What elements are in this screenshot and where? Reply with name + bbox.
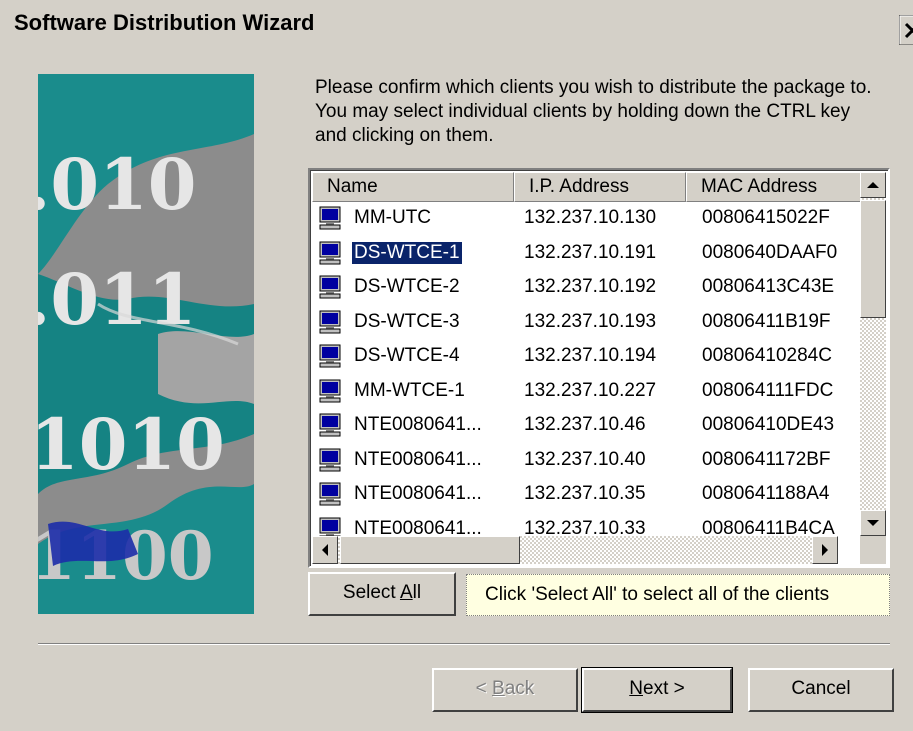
divider <box>38 643 890 645</box>
instructions-text: Please confirm which clients you wish to… <box>315 77 872 146</box>
back-label-post: ack <box>504 678 535 699</box>
client-ip: 132.237.10.191 <box>524 241 657 263</box>
list-row[interactable]: NTE0080641... 132.237.10.40 0080641172BF <box>312 444 867 479</box>
client-mac: 00806410DE43 <box>702 414 835 435</box>
client-ip: 132.237.10.192 <box>524 276 657 297</box>
client-ip: 132.237.10.46 <box>524 414 646 435</box>
art-digits-3: 1010 <box>38 403 225 486</box>
list-row[interactable]: NTE0080641... 132.237.10.35 0080641188A4 <box>312 478 867 513</box>
scroll-right-button[interactable] <box>812 536 838 564</box>
computer-icon <box>318 448 342 472</box>
art-digits-1: .010 <box>38 143 197 226</box>
client-mac: 00806410284C <box>702 345 832 366</box>
computer-icon <box>318 275 342 299</box>
list-row[interactable]: DS-WTCE-3 132.237.10.193 00806411B19F <box>312 306 867 341</box>
next-label-post: ext > <box>643 678 685 699</box>
back-label-pre: < <box>475 678 493 699</box>
computer-icon <box>318 379 342 403</box>
select-all-label-pre: Select <box>342 582 400 603</box>
client-mac: 008064111FDC <box>702 379 834 401</box>
client-name: DS-WTCE-2 <box>354 276 460 297</box>
list-row[interactable]: MM-UTC 132.237.10.130 00806415022F <box>312 202 867 237</box>
vertical-scroll-thumb[interactable] <box>860 200 886 318</box>
back-button[interactable]: < Back <box>432 668 578 712</box>
client-name: DS-WTCE-4 <box>354 345 460 366</box>
select-all-button[interactable]: Select All <box>308 572 456 616</box>
client-mac: 00806415022F <box>702 207 830 228</box>
computer-icon <box>318 241 342 265</box>
client-name: DS-WTCE-3 <box>354 310 460 332</box>
computer-icon <box>318 206 342 230</box>
computer-icon <box>318 310 342 334</box>
list-row[interactable]: DS-WTCE-2 132.237.10.192 00806413C43E <box>312 271 867 306</box>
list-row[interactable]: NTE0080641... 132.237.10.46 00806410DE43 <box>312 409 867 444</box>
client-ip: 132.237.10.35 <box>524 483 646 504</box>
client-ip: 132.237.10.227 <box>524 379 657 401</box>
client-ip: 132.237.10.193 <box>524 310 657 332</box>
next-button[interactable]: Next > <box>581 667 733 713</box>
client-name: NTE0080641... <box>354 483 482 504</box>
list-row[interactable]: DS-WTCE-4 132.237.10.194 00806410284C <box>312 340 867 375</box>
client-name: DS-WTCE-1 <box>351 240 463 265</box>
client-mac: 00806411B19F <box>702 310 831 332</box>
column-header-name[interactable]: Name <box>312 172 514 202</box>
column-header-ip[interactable]: I.P. Address <box>514 172 686 202</box>
scroll-up-icon <box>867 182 879 188</box>
list-row[interactable]: MM-WTCE-1 132.237.10.227 008064111FDC <box>312 375 867 410</box>
list-row[interactable]: DS-WTCE-1 132.237.10.191 0080640DAAF0 <box>312 237 867 272</box>
list-header: Name I.P. Address MAC Address <box>312 172 867 202</box>
client-list[interactable]: Name I.P. Address MAC Address MM-UTC 132.… <box>308 168 890 568</box>
client-mac: 0080640DAAF0 <box>702 241 838 263</box>
client-name: NTE0080641... <box>354 414 482 435</box>
horizontal-scrollbar[interactable] <box>312 536 838 564</box>
horizontal-scroll-thumb[interactable] <box>340 536 520 564</box>
title-bar: Software Distribution Wizard <box>0 0 913 45</box>
art-digits-2: .011 <box>38 258 197 341</box>
back-label-key: B <box>492 678 505 699</box>
wizard-side-image: .010 .011 1010 1100 <box>38 74 254 614</box>
scroll-left-icon <box>322 544 328 556</box>
client-name: NTE0080641... <box>354 448 482 470</box>
client-mac: 00806413C43E <box>702 276 835 297</box>
column-header-mac[interactable]: MAC Address <box>686 172 867 202</box>
client-name: MM-WTCE-1 <box>354 379 465 401</box>
scroll-up-button[interactable] <box>860 172 886 198</box>
scroll-right-icon <box>822 544 828 556</box>
client-ip: 132.237.10.40 <box>524 448 646 470</box>
select-all-label-key: A <box>399 582 413 603</box>
computer-icon <box>318 413 342 437</box>
scroll-left-button[interactable] <box>312 536 338 564</box>
scroll-down-icon <box>867 520 879 526</box>
scrollbar-corner <box>860 536 886 564</box>
close-button[interactable] <box>899 15 913 45</box>
next-label-key: N <box>629 678 643 699</box>
computer-icon <box>318 344 342 368</box>
list-rows: MM-UTC 132.237.10.130 00806415022F DS-WTCE-… <box>312 202 867 547</box>
client-mac: 0080641188A4 <box>702 483 830 504</box>
client-name: MM-UTC <box>354 207 432 228</box>
vertical-scrollbar[interactable] <box>860 172 886 536</box>
select-all-label-post: ll <box>412 582 422 603</box>
close-icon <box>899 15 913 45</box>
client-ip: 132.237.10.130 <box>524 207 657 228</box>
client-ip: 132.237.10.194 <box>524 345 657 366</box>
scroll-down-button[interactable] <box>860 510 886 536</box>
select-all-hint: Click 'Select All' to select all of the … <box>466 574 890 616</box>
window-title: Software Distribution Wizard <box>14 9 315 35</box>
client-mac: 0080641172BF <box>702 448 831 470</box>
cancel-button[interactable]: Cancel <box>748 668 894 712</box>
computer-icon <box>318 482 342 506</box>
